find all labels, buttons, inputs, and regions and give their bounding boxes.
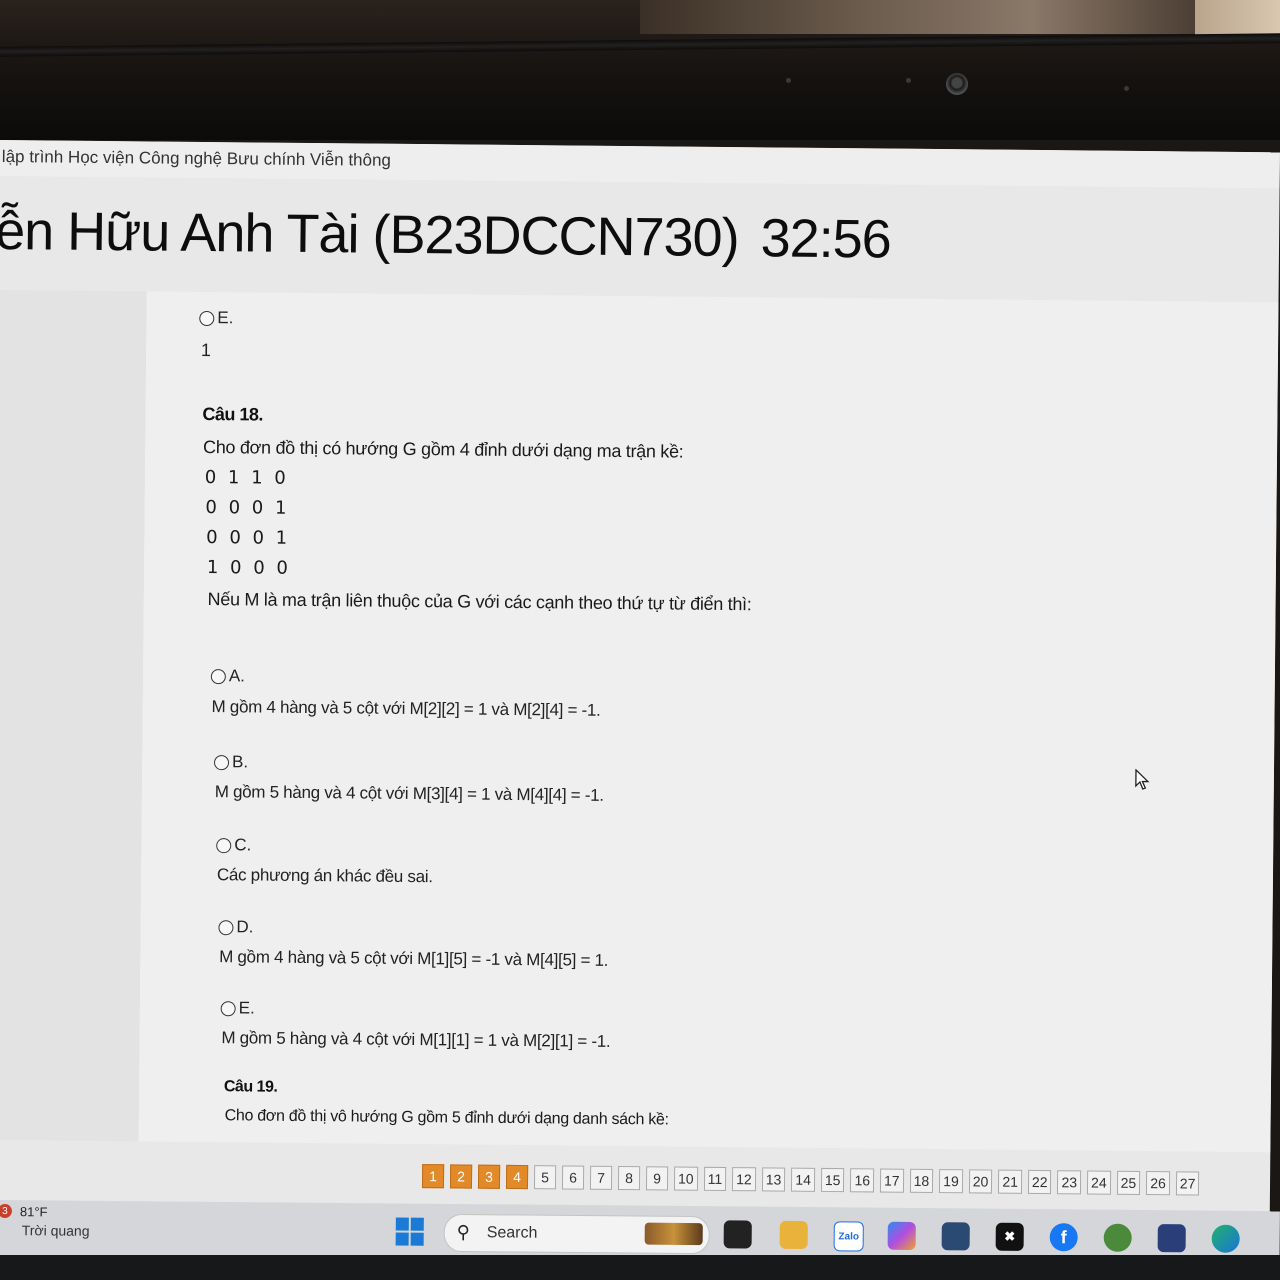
option-label: D. bbox=[236, 917, 254, 937]
question-18-title: Câu 18. bbox=[202, 403, 264, 425]
option-d-text: M gồm 4 hàng và 5 cột với M[1][5] = -1 v… bbox=[219, 947, 609, 970]
prev-option-e[interactable]: E. bbox=[199, 308, 233, 328]
page-button-22[interactable]: 22 bbox=[1027, 1169, 1052, 1195]
page-button-16[interactable]: 16 bbox=[850, 1168, 875, 1193]
radio-icon[interactable] bbox=[199, 310, 215, 326]
page-button-15[interactable]: 15 bbox=[820, 1167, 845, 1193]
page-button-12[interactable]: 12 bbox=[732, 1167, 756, 1192]
page-button-5[interactable]: 5 bbox=[533, 1165, 557, 1190]
matrix-row-4: 1 0 0 0 bbox=[206, 557, 291, 579]
question-18-prompt: Nếu M là ma trận liên thuộc của G với cá… bbox=[207, 589, 752, 615]
question-19-title: Câu 19. bbox=[223, 1078, 278, 1096]
page-button-9[interactable]: 9 bbox=[645, 1166, 669, 1191]
page-button-8[interactable]: 8 bbox=[617, 1165, 641, 1191]
facebook-icon[interactable]: f bbox=[1049, 1223, 1078, 1252]
app-icon[interactable] bbox=[1103, 1223, 1132, 1252]
folder-icon[interactable] bbox=[779, 1220, 808, 1250]
page-button-1[interactable]: 1 bbox=[421, 1164, 445, 1189]
copilot-icon[interactable] bbox=[887, 1221, 916, 1250]
option-e-text: M gồm 5 hàng và 4 cột với M[1][1] = 1 và… bbox=[221, 1028, 611, 1051]
window-light bbox=[640, 0, 1200, 34]
webcam-icon bbox=[946, 73, 968, 95]
windows-start-icon[interactable] bbox=[395, 1217, 424, 1246]
mouse-cursor-icon bbox=[1135, 768, 1150, 790]
matrix-row-1: 0 1 1 0 bbox=[204, 466, 289, 489]
matrix-row-2: 0 0 0 1 bbox=[205, 496, 290, 519]
option-label: E. bbox=[238, 998, 255, 1018]
countdown-timer: 32:56 bbox=[760, 208, 892, 270]
page-button-27[interactable]: 27 bbox=[1175, 1171, 1200, 1196]
question-18-intro: Cho đơn đồ thị có hướng G gồm 4 đỉnh dướ… bbox=[202, 436, 684, 462]
browser-tab-bar: lập trình Học viện Công nghệ Bưu chính V… bbox=[0, 140, 1280, 189]
search-label: Search bbox=[486, 1224, 538, 1242]
xbox-icon[interactable]: ✖ bbox=[995, 1222, 1024, 1251]
option-e[interactable]: E. bbox=[220, 998, 255, 1018]
option-label: B. bbox=[231, 752, 249, 772]
file-explorer-icon[interactable] bbox=[723, 1220, 752, 1249]
option-c[interactable]: C. bbox=[216, 835, 251, 855]
option-label: A. bbox=[228, 666, 246, 686]
taskbar-search[interactable]: ⚲ Search bbox=[443, 1213, 710, 1255]
site-title: lập trình Học viện Công nghệ Bưu chính V… bbox=[1, 147, 392, 170]
question-19-intro: Cho đơn đồ thị vô hướng G gồm 5 đỉnh dướ… bbox=[224, 1107, 669, 1129]
page-button-4[interactable]: 4 bbox=[505, 1164, 529, 1190]
exam-header: ễn Hữu Anh Tài (B23DCCN730) 32:56 bbox=[0, 200, 891, 271]
option-b[interactable]: B. bbox=[213, 752, 249, 772]
laptop-screen: lập trình Học viện Công nghệ Bưu chính V… bbox=[0, 140, 1280, 1273]
radio-icon[interactable] bbox=[216, 837, 232, 853]
question-pager: 1 2 3 4 5 6 7 8 9 10 11 12 13 14 15 16 17 18 19 20 21 22 23 24 2… bbox=[421, 1164, 1200, 1196]
page-button-10[interactable]: 10 bbox=[673, 1166, 698, 1191]
page-button-3[interactable]: 3 bbox=[477, 1164, 501, 1189]
option-d[interactable]: D. bbox=[218, 917, 254, 937]
option-c-text: Các phương án khác đều sai. bbox=[216, 865, 433, 887]
page-button-25[interactable]: 25 bbox=[1116, 1170, 1141, 1195]
option-label: C. bbox=[234, 835, 252, 855]
page-button-24[interactable]: 24 bbox=[1086, 1170, 1111, 1195]
laptop-bottom-bezel bbox=[0, 1255, 1280, 1280]
bezel-dot bbox=[1124, 86, 1129, 91]
question-content[interactable]: E. 1 Câu 18. Cho đơn đồ thị có hướng G g… bbox=[138, 291, 1279, 1153]
page-button-18[interactable]: 18 bbox=[909, 1168, 934, 1194]
page-button-23[interactable]: 23 bbox=[1057, 1170, 1082, 1195]
student-name: ễn Hữu Anh Tài (B23DCCN730) bbox=[0, 200, 739, 269]
option-label: E. bbox=[217, 308, 234, 328]
page-button-13[interactable]: 13 bbox=[761, 1167, 786, 1192]
option-a[interactable]: A. bbox=[210, 666, 246, 686]
radio-icon[interactable] bbox=[210, 668, 226, 684]
store-icon[interactable] bbox=[941, 1222, 970, 1251]
weather-badge: 3 bbox=[0, 1203, 12, 1219]
page-button-6[interactable]: 6 bbox=[561, 1165, 585, 1190]
option-b-text: M gồm 5 hàng và 4 cột với M[3][4] = 1 và… bbox=[214, 782, 604, 805]
edge-icon[interactable] bbox=[1211, 1224, 1240, 1253]
matrix-row-3: 0 0 0 1 bbox=[206, 526, 291, 549]
search-highlight-icon bbox=[644, 1222, 703, 1246]
zalo-icon[interactable]: Zalo bbox=[833, 1221, 864, 1252]
terminal-icon[interactable] bbox=[1157, 1224, 1186, 1253]
option-a-text: M gồm 4 hàng và 5 cột với M[2][2] = 1 và… bbox=[211, 697, 601, 720]
bezel-dot bbox=[906, 78, 911, 83]
page-button-11[interactable]: 11 bbox=[703, 1166, 727, 1192]
radio-icon[interactable] bbox=[213, 754, 230, 770]
radio-icon[interactable] bbox=[220, 1000, 236, 1016]
radio-icon[interactable] bbox=[218, 919, 234, 935]
page-button-20[interactable]: 20 bbox=[968, 1169, 993, 1194]
left-sidebar bbox=[0, 289, 148, 1142]
search-icon: ⚲ bbox=[456, 1221, 471, 1243]
prev-option-text: 1 bbox=[200, 339, 211, 361]
page-button-2[interactable]: 2 bbox=[449, 1164, 473, 1189]
page-button-19[interactable]: 19 bbox=[939, 1169, 963, 1194]
page-button-7[interactable]: 7 bbox=[589, 1165, 613, 1190]
page-button-26[interactable]: 26 bbox=[1146, 1171, 1170, 1196]
page-button-21[interactable]: 21 bbox=[998, 1169, 1023, 1194]
weather-desc[interactable]: Trời quang bbox=[22, 1222, 90, 1239]
weather-temp[interactable]: 81°F bbox=[20, 1204, 48, 1219]
page-button-14[interactable]: 14 bbox=[791, 1167, 816, 1192]
page-button-17[interactable]: 17 bbox=[879, 1168, 904, 1193]
bezel-dot bbox=[786, 78, 791, 83]
